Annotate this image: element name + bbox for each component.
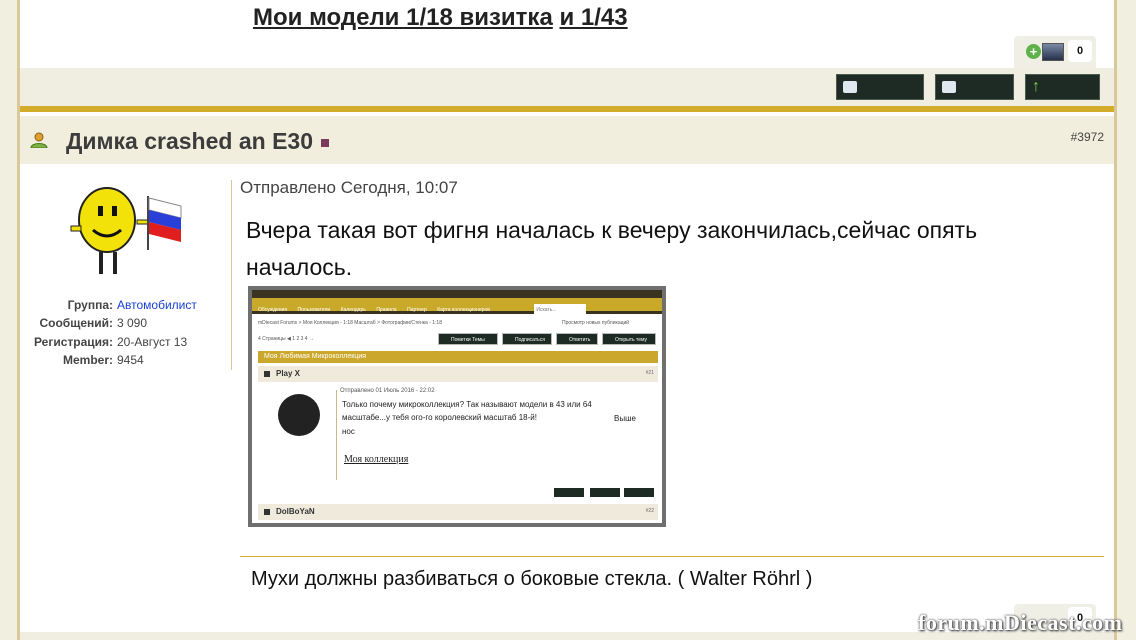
user-posts-row: Сообщений: 3 090 — [20, 316, 230, 334]
embedded-author: DolBoYaN — [276, 507, 315, 516]
post-author[interactable]: Димка crashed an E30 — [66, 128, 329, 155]
previous-signature: Мои модели 1/18 визитка и 1/43 — [253, 4, 628, 32]
embedded-button: Пометки Темы — [438, 333, 498, 345]
offline-status-icon — [321, 138, 329, 147]
embedded-screenshot-content: Обсуждения Пользователи Календарь Правил… — [252, 290, 662, 523]
posts-label: Сообщений: — [39, 316, 113, 330]
embedded-button: Ответить — [556, 333, 598, 345]
embedded-button: Открыть тему — [602, 333, 656, 345]
post-signature: Мухи должны разбиваться о боковые стекла… — [251, 568, 813, 590]
rep-plus-icon[interactable]: + — [1026, 44, 1041, 59]
embedded-breadcrumb: mDiecast Forums > Моя Коллекция - 1:18 М… — [258, 320, 442, 326]
embedded-nav-item: Карта коллекционеров — [437, 307, 490, 313]
embedded-signature-link: Моя коллекция — [344, 454, 409, 465]
embedded-nav-item: Правила — [376, 307, 397, 313]
author-name[interactable]: Димка crashed an E30 — [66, 128, 313, 154]
author-info-column: Группа: Автомобилист Сообщений: 3 090 Ре… — [20, 170, 220, 380]
scroll-top-button[interactable]: ↑ — [1025, 74, 1100, 100]
embedded-nav-bar: Обсуждения Пользователи Календарь Правил… — [252, 298, 662, 317]
column-divider — [231, 180, 232, 370]
registered-label: Регистрация: — [33, 335, 113, 349]
embedded-post-header: Play X #21 — [258, 366, 658, 382]
rep-minus-icon[interactable] — [1042, 43, 1064, 61]
embedded-post-num: #21 — [645, 370, 654, 376]
reputation-box: + 0 — [1014, 36, 1096, 68]
embedded-action-button — [554, 488, 584, 497]
user-group-row: Группа: Автомобилист — [20, 298, 230, 316]
post-action-bar: ↑ — [20, 68, 1114, 106]
group-label: Группа: — [67, 298, 113, 312]
embedded-post-line: масштабе...у тебя ого-го королевский мас… — [342, 413, 537, 422]
posts-value: 3 090 — [117, 316, 148, 330]
embedded-post-line: Только почему микроколлекция? Так называ… — [342, 400, 592, 409]
signature-link-143[interactable]: и 1/43 — [559, 4, 627, 31]
quote-icon — [843, 81, 857, 93]
embedded-pagination: 4 Страницы ◀ 1 2 3 4 → — [258, 336, 314, 342]
embedded-user-icon — [264, 509, 270, 515]
signature-divider — [240, 556, 1104, 557]
embedded-user-icon — [264, 371, 270, 377]
embedded-nav-item: Пользователи — [297, 307, 331, 313]
embedded-post-num: #22 — [645, 508, 654, 514]
quote-button[interactable] — [935, 74, 1014, 100]
embedded-post-line: Выше — [614, 414, 636, 423]
post-date: Отправлено Сегодня, 10:07 — [240, 178, 458, 197]
watermark: forum.mDiecast.com — [918, 610, 1123, 635]
embedded-nav-item: Календарь — [340, 307, 366, 313]
member-value: 9454 — [117, 353, 144, 367]
user-member-row: Member: 9454 — [20, 353, 230, 371]
reply-icon — [942, 81, 956, 93]
embedded-screenshot-image[interactable]: Обсуждения Пользователи Календарь Правил… — [248, 286, 666, 527]
registered-value: 20-Август 13 — [117, 335, 188, 349]
post-header: Димка crashed an E30 #3972 — [20, 116, 1114, 164]
group-value[interactable]: Автомобилист — [117, 298, 197, 312]
user-registered-row: Регистрация: 20-Август 13 — [20, 335, 230, 353]
embedded-post-line: нос — [342, 427, 355, 436]
post-body-text: Вчера такая вот фигня началась к вечеру … — [246, 217, 978, 280]
embedded-avatar — [278, 394, 320, 436]
embedded-action-button — [624, 488, 654, 497]
reputation-count: 0 — [1068, 40, 1092, 62]
embedded-post-header: DolBoYaN #22 — [258, 504, 658, 520]
forum-frame: Мои модели 1/18 визитка и 1/43 + 0 ↑ Дим… — [17, 0, 1117, 640]
embedded-nav-item: Обсуждения — [258, 307, 288, 313]
embedded-post-date: Отправлено 01 Июль 2016 - 22:02 — [340, 388, 435, 394]
avatar[interactable] — [65, 178, 185, 278]
signature-link-models-118[interactable]: Мои модели 1/18 визитка — [253, 4, 553, 31]
post-separator — [20, 106, 1114, 112]
multiquote-button[interactable] — [836, 74, 924, 100]
embedded-divider — [336, 390, 337, 480]
arrow-up-icon: ↑ — [1032, 78, 1040, 95]
embedded-button: Подписаться — [502, 333, 552, 345]
user-icon — [30, 132, 48, 148]
embedded-search: Искать... — [534, 304, 587, 317]
embedded-nav-item: Партнер — [407, 307, 427, 313]
embedded-action-button — [590, 488, 620, 497]
embedded-view-new: Просмотр новых публикаций — [562, 320, 630, 326]
member-label: Member: — [62, 353, 113, 367]
post-number-link[interactable]: #3972 — [1071, 130, 1104, 144]
embedded-topic-bar: Моя Любимая Микроколлекция — [258, 351, 658, 363]
embedded-author: Play X — [276, 369, 301, 378]
